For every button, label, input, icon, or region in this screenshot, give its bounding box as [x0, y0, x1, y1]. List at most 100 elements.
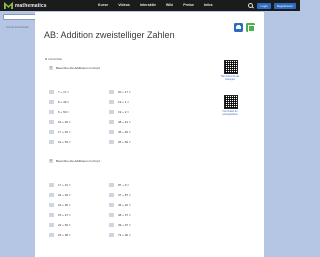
exercise-text: 46 + 40 =	[118, 130, 131, 134]
exercise-text: 49 + 37 =	[118, 223, 131, 227]
exercise-item: 17 + 31 =	[49, 180, 103, 190]
exercise-item: 16 + 20 =	[49, 117, 103, 127]
exercise-text: 17 + 40 =	[58, 130, 71, 134]
exercise-item: 19 + 1 =	[109, 97, 163, 107]
exercise-label	[49, 110, 54, 114]
nav-item-infos[interactable]: Infos	[204, 2, 213, 8]
meta-text: Arbeitsblatt	[48, 57, 62, 61]
exercise-item: 22 + 52 =	[49, 220, 103, 230]
exercise-text: 8 + 49 =	[58, 100, 70, 104]
site-logo[interactable]: mathematics	[4, 2, 47, 9]
exercise-text: 16 + 26 =	[58, 203, 71, 207]
qr-code-solutions[interactable]	[224, 60, 238, 74]
qr-caption: Hier findest du die Lösungen	[220, 76, 240, 81]
search-icon[interactable]	[247, 2, 254, 9]
nav-item-preise[interactable]: Preise	[183, 2, 194, 8]
exercise-text: 19 + 2 =	[118, 110, 130, 114]
exercise-label	[49, 233, 54, 237]
nav-item-wiki[interactable]: Wiki	[166, 2, 173, 8]
exercise-label	[109, 100, 114, 104]
exercise-item: 47 + 87 =	[109, 190, 163, 200]
exercise-text: 48 + 21 =	[118, 120, 131, 124]
author-icon	[45, 58, 47, 60]
worksheet-page: AB: Addition zweistelliger Zahlen Arbeit…	[35, 12, 264, 257]
page-title: AB: Addition zweistelliger Zahlen	[44, 30, 175, 40]
nav-item-kurse[interactable]: Kurse	[98, 2, 108, 8]
exercise-item: 49 + 37 =	[109, 220, 163, 230]
exercise-text: 22 + 52 =	[58, 223, 71, 227]
exercise-item: 87 + 9 =	[109, 180, 163, 190]
exercise-item: 15 + 38 =	[49, 230, 103, 240]
logo-text: mathematics	[15, 2, 47, 9]
exercise-text: 19 + 53 =	[58, 140, 71, 144]
exercise-label	[109, 110, 114, 114]
exercise-text: 46 + 22 =	[118, 203, 131, 207]
task-1-header: 1 Berechne die Additionen im Kopf.	[49, 66, 100, 70]
exercise-label	[49, 223, 54, 227]
exercise-label	[109, 183, 114, 187]
exercise-label	[109, 193, 114, 197]
exercise-text: 19 + 1 =	[118, 100, 130, 104]
exercise-text: 7 + 17 =	[58, 90, 70, 94]
task-number: 1	[49, 66, 53, 70]
exercise-item: 35 + 60 =	[109, 137, 163, 147]
exercise-label	[109, 90, 114, 94]
exercise-item: 17 + 40 =	[49, 127, 103, 137]
exercise-item: 48 + 37 =	[109, 210, 163, 220]
exercise-text: 20 + 17 =	[118, 90, 131, 94]
nav-item-interaktiv[interactable]: Interaktiv	[140, 2, 156, 8]
exercise-text: 17 + 31 =	[58, 183, 71, 187]
register-button[interactable]: Registrieren	[273, 2, 296, 9]
exercise-item: 24 + 49 =	[49, 190, 103, 200]
task-instruction: Berechne die Additionen im Kopf.	[56, 66, 101, 70]
exercise-label	[109, 120, 114, 124]
exercise-item: 7 + 17 =	[49, 87, 103, 97]
exercise-item: 73 + 30 =	[109, 230, 163, 240]
logo-icon	[4, 2, 13, 9]
exercise-label	[49, 193, 54, 197]
edit-icon[interactable]	[246, 23, 255, 32]
qr-code-videos[interactable]	[224, 95, 238, 109]
exercise-item: 46 + 40 =	[109, 127, 163, 137]
exercise-label	[49, 100, 54, 104]
exercise-item: 19 + 2 =	[109, 107, 163, 117]
exercise-text: 24 + 49 =	[58, 193, 71, 197]
print-icon[interactable]	[234, 23, 243, 32]
task-instruction: Berechne die Additionen im Kopf.	[56, 159, 101, 163]
exercise-label	[49, 140, 54, 144]
exercise-text: 16 + 20 =	[58, 120, 71, 124]
exercise-item: 48 + 21 =	[109, 117, 163, 127]
exercise-text: 73 + 30 =	[118, 233, 131, 237]
login-button[interactable]: Login	[257, 2, 271, 9]
exercise-item: 6 + 50 =	[49, 107, 103, 117]
exercise-label	[49, 183, 54, 187]
top-navigation-bar: mathematics Kurse Videos Interaktiv Wiki…	[0, 0, 300, 11]
exercise-label	[109, 140, 114, 144]
exercise-item: 15 + 27 =	[49, 210, 103, 220]
task-number: 2	[49, 159, 53, 163]
exercise-text: 87 + 9 =	[118, 183, 130, 187]
exercise-text: 6 + 50 =	[58, 110, 70, 114]
exercise-label	[109, 223, 114, 227]
exercise-label	[109, 130, 114, 134]
qr-caption: Hier findest du Lösungsvideos	[222, 111, 238, 116]
header-actions: Login Registrieren	[247, 2, 296, 9]
exercise-label	[49, 213, 54, 217]
exercise-label	[109, 233, 114, 237]
task-1-exercises: 7 + 17 = 20 + 17 = 8 + 49 = 19 + 1 = 6 +…	[49, 87, 219, 147]
task-2-exercises: 17 + 31 = 87 + 9 = 24 + 49 = 47 + 87 = 1…	[49, 180, 219, 240]
exercise-item: 19 + 53 =	[49, 137, 103, 147]
exercise-text: 47 + 87 =	[118, 193, 131, 197]
exercise-label	[49, 120, 54, 124]
exercise-text: 15 + 38 =	[58, 233, 71, 237]
exercise-item: 8 + 49 =	[49, 97, 103, 107]
exercise-label	[49, 90, 54, 94]
task-2-header: 2 Berechne die Additionen im Kopf.	[49, 159, 100, 163]
main-nav: Kurse Videos Interaktiv Wiki Preise Info…	[98, 2, 213, 8]
exercise-text: 35 + 60 =	[118, 140, 131, 144]
exercise-item: 46 + 22 =	[109, 200, 163, 210]
exercise-text: 15 + 27 =	[58, 213, 71, 217]
nav-item-videos[interactable]: Videos	[118, 2, 130, 8]
exercise-item: 16 + 26 =	[49, 200, 103, 210]
exercise-label	[49, 130, 54, 134]
